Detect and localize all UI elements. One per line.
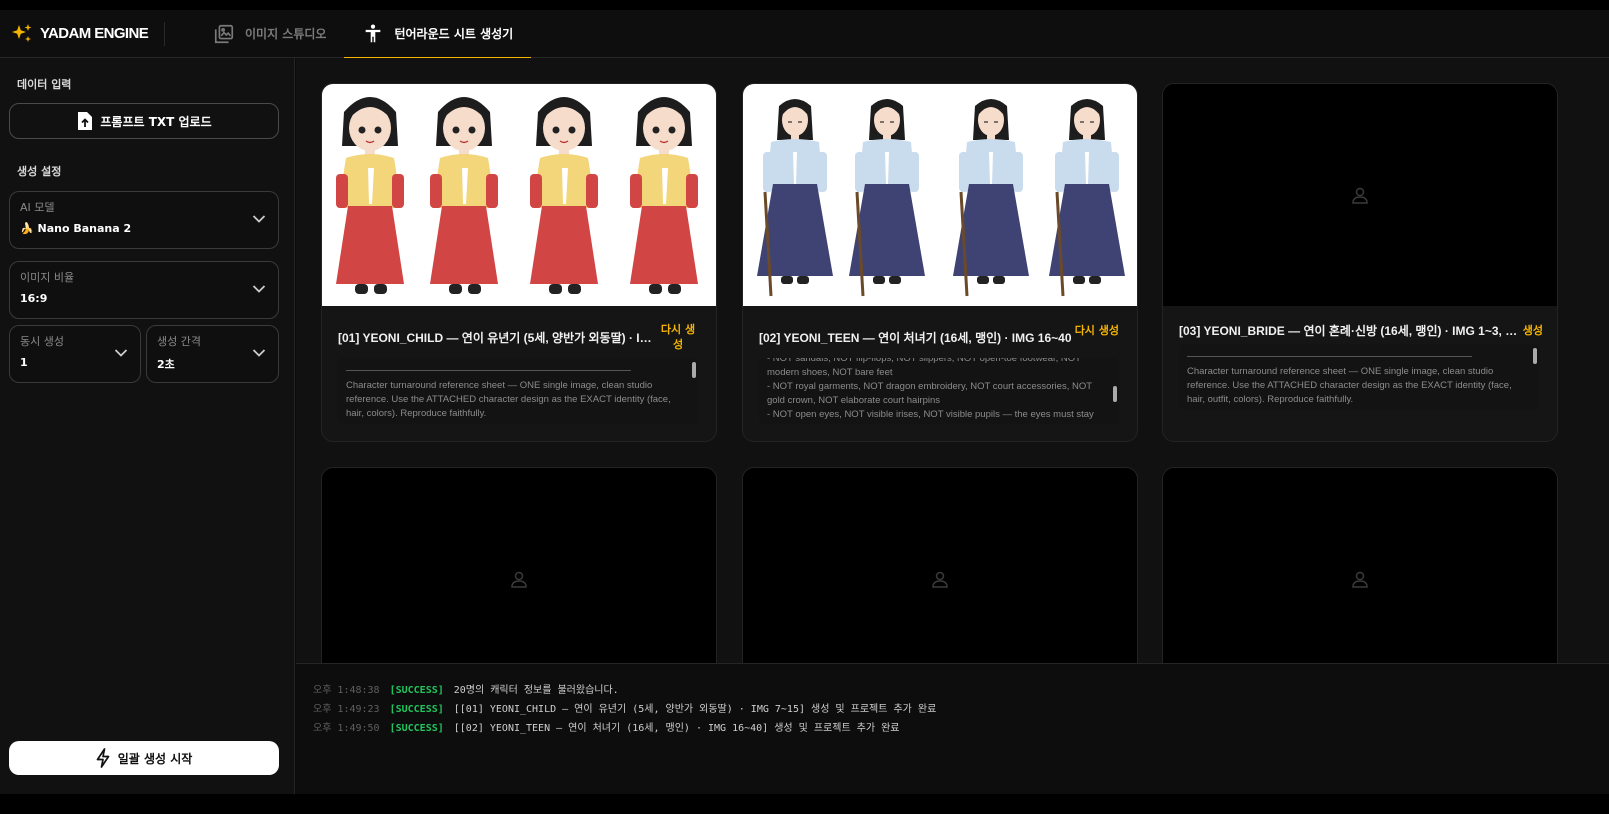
image-placeholder bbox=[1163, 468, 1557, 663]
scrollbar[interactable] bbox=[692, 362, 696, 378]
card-grid: [01] YEONI_CHILD — 연이 유년기 (5세, 양반가 외동딸) … bbox=[296, 58, 1609, 663]
ai-model-select[interactable]: AI 모델 🍌 Nano Banana 2 bbox=[9, 191, 279, 249]
prompt-textarea[interactable]: - NOT sandals, NOT flip-flops, NOT slipp… bbox=[759, 358, 1119, 424]
prompt-line: - NOT open eyes, NOT visible irises, NOT… bbox=[767, 409, 1094, 420]
card-title: [02] YEONI_TEEN — 연이 처녀기 (16세, 맹인) · IMG… bbox=[759, 331, 1072, 345]
tab-label: 턴어라운드 시트 생성기 bbox=[394, 27, 514, 41]
tab-image-studio[interactable]: 이미지 스튜디오 bbox=[195, 10, 344, 58]
interval-select[interactable]: 생성 간격 2초 bbox=[146, 325, 279, 383]
aspect-ratio-label: 이미지 비율 bbox=[20, 271, 75, 284]
log-time: 오후 1:49:23 bbox=[313, 704, 380, 715]
log-tag: [SUCCESS] bbox=[389, 685, 444, 696]
ai-model-label: AI 모델 bbox=[20, 201, 55, 214]
log-message: [[01] YEONI_CHILD — 연이 유년기 (5세, 양반가 외동딸)… bbox=[453, 704, 937, 715]
character-card[interactable]: [01] YEONI_CHILD — 연이 유년기 (5세, 양반가 외동딸) … bbox=[321, 83, 717, 442]
prompt-textarea[interactable]: Character turnaround reference sheet — O… bbox=[1179, 344, 1539, 410]
character-card[interactable] bbox=[742, 467, 1138, 663]
log-message: 20명의 캐릭터 정보를 불러왔습니다. bbox=[453, 685, 619, 696]
log-entry: 오후 1:49:50 [SUCCESS] [[02] YEONI_TEEN — 연이… bbox=[313, 719, 1609, 738]
aspect-ratio-select[interactable]: 이미지 비율 16:9 bbox=[9, 261, 279, 319]
scrollbar[interactable] bbox=[1113, 386, 1117, 402]
interval-label: 생성 간격 bbox=[157, 335, 201, 348]
log-tag: [SUCCESS] bbox=[389, 704, 444, 715]
scrollbar[interactable] bbox=[1533, 348, 1537, 364]
prompt-textarea[interactable]: Character turnaround reference sheet — O… bbox=[338, 358, 698, 424]
sidebar: 데이터 입력 프롬프트 TXT 업로드 생성 설정 AI 모델 🍌 Nano B… bbox=[0, 58, 295, 794]
chevron-down-icon bbox=[252, 349, 266, 357]
start-batch-button[interactable]: 일괄 생성 시작 bbox=[9, 741, 279, 775]
prompt-divider bbox=[346, 370, 631, 371]
image-placeholder bbox=[1163, 84, 1557, 306]
tab-turnaround-generator[interactable]: 턴어라운드 시트 생성기 bbox=[344, 10, 532, 59]
sparkles-icon bbox=[12, 23, 32, 42]
start-label: 일괄 생성 시작 bbox=[117, 751, 193, 766]
brand[interactable]: YADAM ENGINE bbox=[0, 21, 165, 46]
card-title: [03] YEONI_BRIDE — 연이 혼례·신방 (16세, 맹인) · … bbox=[1179, 324, 1519, 338]
card-title: [01] YEONI_CHILD — 연이 유년기 (5세, 양반가 외동딸) … bbox=[338, 331, 658, 345]
chevron-down-icon bbox=[114, 349, 128, 357]
image-gallery-icon bbox=[214, 24, 234, 43]
turnaround-image bbox=[743, 84, 1137, 306]
character-card[interactable]: [03] YEONI_BRIDE — 연이 혼례·신방 (16세, 맹인) · … bbox=[1162, 83, 1558, 442]
user-placeholder-icon bbox=[1352, 571, 1368, 588]
prompt-line: - NOT sandals, NOT flip-flops, NOT slipp… bbox=[767, 358, 1081, 378]
person-standing-icon bbox=[366, 24, 381, 42]
upload-label: 프롬프트 TXT 업로드 bbox=[100, 114, 212, 129]
prompt-text: Character turnaround reference sheet — O… bbox=[1187, 366, 1512, 405]
window-bottom-strip bbox=[0, 794, 1609, 814]
turnaround-image bbox=[322, 84, 716, 306]
log-time: 오후 1:48:38 bbox=[313, 685, 380, 696]
file-upload-icon bbox=[78, 112, 93, 130]
character-card[interactable] bbox=[321, 467, 717, 663]
ai-model-value: 🍌 Nano Banana 2 bbox=[20, 222, 132, 235]
concurrent-label: 동시 생성 bbox=[20, 335, 64, 348]
log-tag: [SUCCESS] bbox=[389, 723, 444, 734]
upload-prompt-button[interactable]: 프롬프트 TXT 업로드 bbox=[9, 103, 279, 139]
log-entry: 오후 1:48:38 [SUCCESS] 20명의 캐릭터 정보를 불러왔습니다. bbox=[313, 681, 1609, 700]
image-placeholder bbox=[743, 468, 1137, 663]
window-top-strip bbox=[0, 0, 1609, 10]
character-card[interactable]: [02] YEONI_TEEN — 연이 처녀기 (16세, 맹인) · IMG… bbox=[742, 83, 1138, 442]
regenerate-button[interactable]: 다시 생성 bbox=[1075, 323, 1119, 338]
concurrent-value: 1 bbox=[20, 356, 28, 369]
settings-title: 생성 설정 bbox=[17, 165, 62, 178]
log-entry: 오후 1:49:23 [SUCCESS] [[01] YEONI_CHILD — 연… bbox=[313, 700, 1609, 719]
app-header: YADAM ENGINE 이미지 스튜디오 턴어라운드 시트 생성기 bbox=[0, 10, 1609, 59]
generate-button[interactable]: 생성 bbox=[1523, 323, 1543, 338]
interval-value: 2초 bbox=[157, 358, 175, 371]
data-input-title: 데이터 입력 bbox=[17, 78, 72, 91]
user-placeholder-icon bbox=[511, 571, 527, 588]
brand-name: YADAM ENGINE bbox=[40, 25, 149, 42]
character-card[interactable] bbox=[1162, 467, 1558, 663]
lightning-icon bbox=[96, 748, 110, 768]
log-time: 오후 1:49:50 bbox=[313, 723, 380, 734]
log-panel: 오후 1:48:38 [SUCCESS] 20명의 캐릭터 정보를 불러왔습니다. … bbox=[296, 663, 1609, 794]
user-placeholder-icon bbox=[932, 571, 948, 588]
user-placeholder-icon bbox=[1352, 187, 1368, 204]
chevron-down-icon bbox=[252, 215, 266, 223]
concurrent-select[interactable]: 동시 생성 1 bbox=[9, 325, 141, 383]
tab-label: 이미지 스튜디오 bbox=[245, 27, 327, 41]
prompt-divider bbox=[1187, 356, 1472, 357]
chevron-down-icon bbox=[252, 285, 266, 293]
aspect-ratio-value: 16:9 bbox=[20, 292, 48, 305]
regenerate-button[interactable]: 다시 생성 bbox=[658, 322, 698, 352]
prompt-line: - NOT royal garments, NOT dragon embroid… bbox=[767, 381, 1092, 406]
image-placeholder bbox=[322, 468, 716, 663]
prompt-text: Character turnaround reference sheet — O… bbox=[346, 380, 671, 419]
log-message: [[02] YEONI_TEEN — 연이 처녀기 (16세, 맹인) · IM… bbox=[453, 723, 900, 734]
